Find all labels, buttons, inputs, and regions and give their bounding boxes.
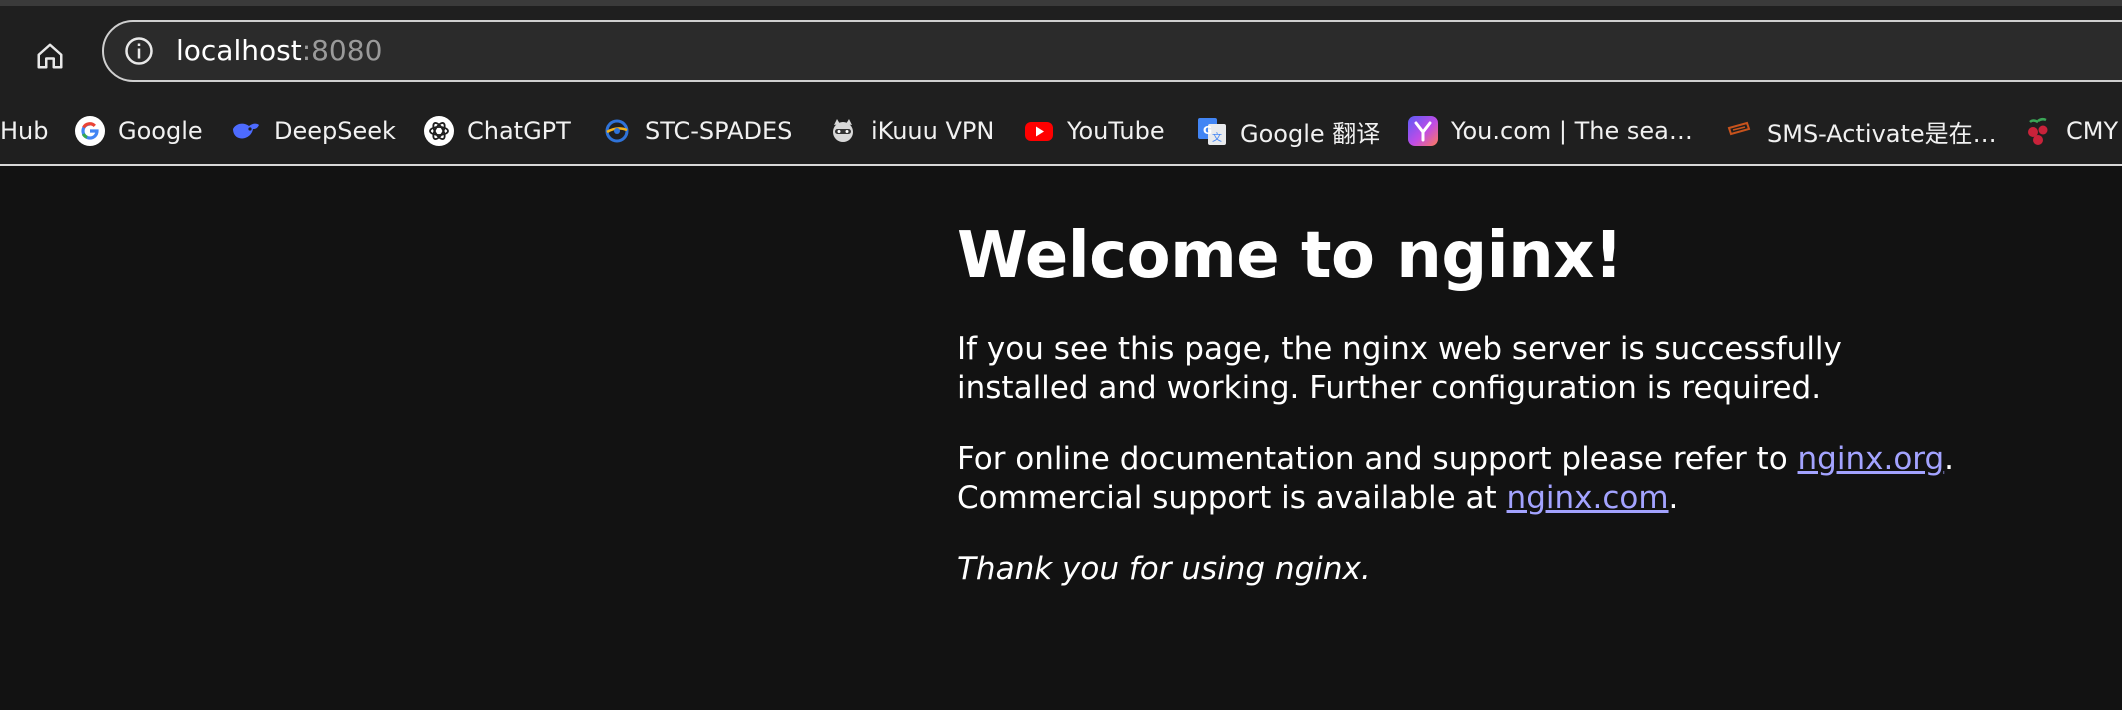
bookmark-label: Google 翻译: [1240, 119, 1381, 148]
intro-paragraph: If you see this page, the nginx web serv…: [957, 331, 1842, 406]
bookmark-label: STC-SPADES: [645, 117, 793, 145]
ikuuu-vpn-icon: [827, 115, 859, 147]
commercial-period: .: [1668, 480, 1679, 516]
thank-you-text: Thank you for using nginx.: [957, 551, 1371, 587]
svg-text:G: G: [1203, 124, 1212, 137]
support-paragraph: For online documentation and support ple…: [957, 440, 1977, 518]
bookmark-youtube[interactable]: YouTube: [1023, 98, 1165, 164]
google-translate-icon: G 文: [1196, 115, 1228, 147]
bookmark-label: CMY: [2066, 117, 2119, 145]
url-port: :8080: [301, 34, 383, 67]
bookmark-cmy[interactable]: CMY: [2022, 98, 2118, 164]
page-title: Welcome to nginx!: [957, 219, 1623, 293]
bookmark-google[interactable]: Google: [74, 98, 203, 164]
you-com-icon: [1407, 115, 1439, 147]
support-text: For online documentation and support ple…: [957, 441, 1798, 477]
bookmark-label: DeepSeek: [274, 117, 396, 145]
bookmark-sms-activate[interactable]: SMS-Activate是在…: [1723, 98, 1997, 164]
browser-toolbar: localhost:8080: [0, 6, 2122, 98]
bookmark-google-translate[interactable]: G 文 Google 翻译: [1196, 98, 1380, 164]
bookmark-label: ChatGPT: [467, 117, 571, 145]
home-icon: [37, 43, 63, 69]
url-text[interactable]: localhost:8080: [176, 33, 382, 69]
info-icon: [125, 37, 153, 65]
stc-spades-icon: [601, 115, 633, 147]
nginx-com-link[interactable]: nginx.com: [1507, 480, 1669, 516]
commercial-text: Commercial support is available at: [957, 480, 1507, 516]
page-viewport: Welcome to nginx! If you see this page, …: [0, 166, 2122, 710]
bookmark-label: YouTube: [1067, 117, 1165, 145]
site-info-button[interactable]: [122, 34, 156, 68]
bookmark-label: You.com | The sea…: [1451, 117, 1693, 145]
bookmark-label: Google: [118, 117, 203, 145]
bookmarks-bar: Hub Google DeepSeek ChatGPT STC-SPADES i…: [0, 98, 2122, 166]
support-period: .: [1944, 441, 1955, 477]
address-bar[interactable]: localhost:8080: [102, 20, 2122, 82]
nginx-org-link[interactable]: nginx.org: [1798, 441, 1945, 477]
bookmark-chatgpt[interactable]: ChatGPT: [423, 98, 571, 164]
cmy-icon: [2022, 115, 2054, 147]
bookmark-label: SMS-Activate是在…: [1767, 119, 1997, 148]
home-button[interactable]: [28, 34, 72, 78]
url-host: localhost: [176, 34, 302, 67]
bookmark-deepseek[interactable]: DeepSeek: [230, 98, 396, 164]
google-icon: [74, 115, 106, 147]
chatgpt-icon: [423, 115, 455, 147]
bookmark-hub[interactable]: Hub: [0, 98, 49, 164]
svg-text:文: 文: [1212, 131, 1222, 144]
bookmark-label: Hub: [0, 117, 49, 145]
bookmark-stc-spades[interactable]: STC-SPADES: [601, 98, 792, 164]
bookmark-you-com[interactable]: You.com | The sea…: [1407, 98, 1693, 164]
sms-activate-icon: [1723, 115, 1755, 147]
bookmark-ikuuu-vpn[interactable]: iKuuu VPN: [827, 98, 994, 164]
youtube-icon: [1023, 115, 1055, 147]
deepseek-icon: [230, 115, 262, 147]
bookmark-label: iKuuu VPN: [871, 117, 995, 145]
